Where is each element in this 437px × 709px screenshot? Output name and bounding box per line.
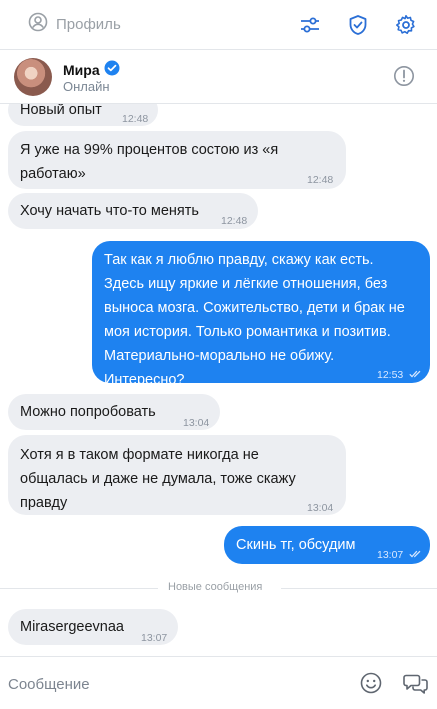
verified-badge-icon (104, 60, 120, 79)
message-text: Так как я люблю правду, скажу как есть. … (104, 252, 405, 388)
contact-status: Онлайн (63, 79, 110, 94)
report-alert-icon[interactable] (393, 65, 415, 92)
divider-line (0, 588, 158, 589)
message-time-row: 12:53 (377, 363, 423, 387)
message-incoming[interactable]: Я уже на 99% процентов состою из «я рабо… (8, 131, 346, 189)
new-messages-divider: Новые сообщения (0, 579, 437, 597)
message-composer (0, 656, 437, 709)
quick-replies-icon[interactable] (403, 671, 429, 700)
double-check-icon (409, 369, 423, 381)
message-time: 12:48 (221, 215, 248, 227)
message-input[interactable] (8, 671, 338, 697)
message-feed[interactable]: Новый опыт 12:48 Я уже на 99% процентов … (0, 104, 437, 655)
message-incoming[interactable]: Mirasergeevnaa 13:07 (8, 609, 178, 645)
message-text: Я уже на 99% процентов состою из «я рабо… (20, 142, 279, 182)
message-outgoing[interactable]: Скинь тг, обсудим 13:07 (224, 526, 430, 564)
message-time: 13:04 (183, 417, 210, 429)
message-incoming[interactable]: Можно попробовать 13:04 (8, 394, 220, 430)
new-messages-label: Новые сообщения (168, 581, 263, 593)
message-text: Хочу начать что-то менять (20, 203, 199, 219)
shield-check-icon[interactable] (345, 12, 371, 38)
message-time: 13:07 (141, 632, 168, 644)
avatar[interactable] (14, 58, 52, 96)
top-bar: Профиль (0, 0, 437, 50)
message-time: 12:53 (377, 369, 404, 381)
message-incoming[interactable]: Новый опыт 12:48 (8, 104, 158, 126)
chat-header: Мира Онлайн (0, 51, 437, 104)
message-time-row: 13:07 (377, 543, 423, 567)
message-time: 13:04 (307, 502, 334, 514)
message-time: 13:07 (377, 549, 404, 561)
double-check-icon (409, 549, 423, 561)
contact-name: Мира (63, 61, 100, 78)
profile-label: Профиль (56, 16, 121, 33)
contact-name-row[interactable]: Мира (63, 60, 120, 79)
message-text: Можно попробовать (20, 404, 156, 420)
gear-icon[interactable] (393, 12, 419, 38)
emoji-icon[interactable] (359, 671, 383, 700)
filters-icon[interactable] (297, 12, 323, 38)
user-circle-icon (28, 12, 48, 37)
message-time: 12:48 (122, 113, 149, 125)
profile-link[interactable]: Профиль (28, 10, 121, 40)
message-incoming[interactable]: Хочу начать что-то менять 12:48 (8, 193, 258, 229)
message-incoming[interactable]: Хотя я в таком формате никогда не общала… (8, 435, 346, 515)
message-time: 12:48 (307, 174, 334, 186)
message-outgoing[interactable]: Так как я люблю правду, скажу как есть. … (92, 241, 430, 388)
message-text: Хотя я в таком формате никогда не общала… (20, 447, 296, 511)
divider-line (281, 588, 437, 589)
